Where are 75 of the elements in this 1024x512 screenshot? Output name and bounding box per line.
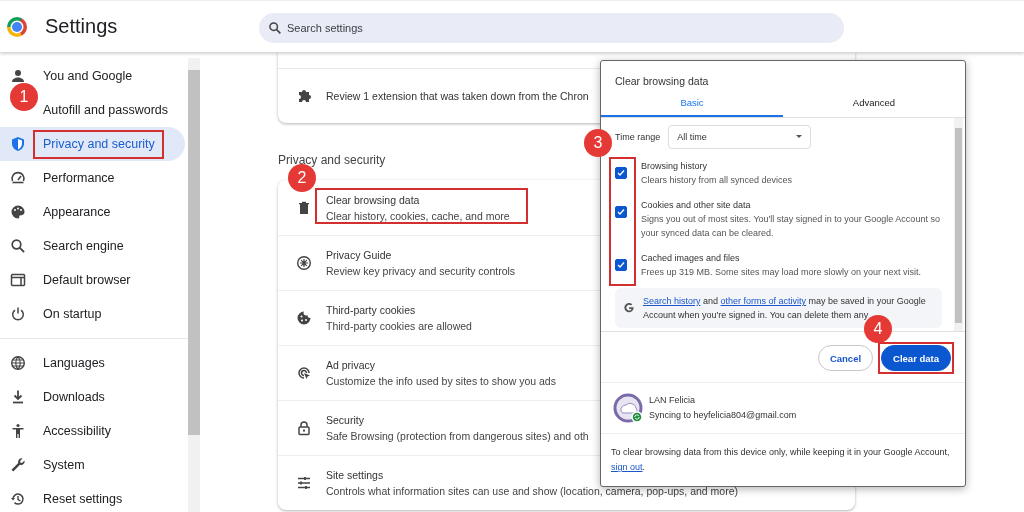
row-title: Site settings: [326, 469, 384, 481]
history-icon: [10, 491, 26, 507]
power-icon: [10, 306, 26, 322]
row-subtitle: Controls what information sites can use and show (location, camera, pop-ups, and more): [326, 485, 739, 497]
field-label: Time range: [615, 131, 661, 142]
activity-link[interactable]: other forms of activity: [720, 296, 807, 306]
row-subtitle: Third-party cookies are allowed: [326, 320, 472, 332]
wrench-icon: [10, 457, 26, 473]
scrollbar[interactable]: [188, 58, 200, 512]
sliders-icon: [296, 475, 312, 491]
option-title: Cached images and files: [641, 252, 741, 265]
checkbox[interactable]: [615, 259, 627, 271]
sidebar-item[interactable]: You and Google: [43, 69, 133, 83]
checkbox[interactable]: [615, 167, 627, 179]
sidebar-item[interactable]: Accessibility: [43, 424, 112, 438]
sidebar-item[interactable]: Autofill and passwords: [43, 103, 169, 117]
sidebar-item[interactable]: System: [43, 458, 85, 472]
row-title: Security: [326, 414, 364, 426]
row-subtitle: Customize the info used by sites to show you ads: [326, 375, 556, 387]
sidebar-item[interactable]: Languages: [43, 356, 105, 370]
tab[interactable]: Basic: [601, 93, 783, 117]
sidebar-item[interactable]: Downloads: [43, 390, 105, 404]
time-range-dropdown[interactable]: All time: [668, 124, 812, 149]
tab[interactable]: Advanced: [783, 93, 965, 117]
sign-out-link[interactable]: sign out: [611, 462, 643, 472]
browser-logo-icon: [7, 16, 27, 37]
compass-icon: [296, 255, 312, 271]
sidebar-item[interactable]: Default browser: [43, 273, 131, 287]
dialog-title: Clear browsing data: [614, 74, 710, 89]
g-logo-icon: [623, 302, 635, 314]
row-subtitle: Safe Browsing (protection from dangerous sites) and oth: [326, 430, 589, 442]
row-title: Ad privacy: [326, 359, 376, 371]
sidebar-item[interactable]: Privacy and security: [0, 127, 185, 161]
cancel-button[interactable]: Cancel: [817, 345, 874, 371]
option-title: Browsing history: [641, 160, 709, 173]
sidebar-item[interactable]: On startup: [43, 307, 102, 321]
palette-icon: [10, 204, 26, 220]
scrollbar[interactable]: [954, 118, 963, 331]
row-title: Third-party cookies: [326, 304, 416, 316]
cookie-icon: [296, 310, 312, 326]
puzzle-icon: [296, 88, 312, 104]
sidebar-item[interactable]: Appearance: [43, 205, 111, 219]
option-description: Clears history from all synced devices: [641, 174, 793, 187]
caret-icon: [796, 135, 803, 138]
sidebar-item[interactable]: Performance: [43, 171, 115, 185]
search-icon: [268, 21, 282, 35]
account-status: Syncing to heyfelicia804@gmail.com: [649, 409, 797, 422]
gauge-icon: [10, 170, 26, 186]
lock-icon: [296, 420, 312, 436]
person-icon: [10, 68, 26, 84]
checkbox[interactable]: [615, 206, 627, 218]
option-title: Cookies and other site data: [641, 199, 752, 212]
target-cursor-icon: [296, 365, 312, 381]
avatar: [613, 393, 643, 423]
trash-icon: [296, 199, 312, 216]
row-title: Privacy Guide: [326, 249, 392, 261]
accessibility-icon: [10, 423, 26, 439]
notice-text: Review 1 extension that was taken down from the Chron: [326, 90, 589, 102]
row-subtitle: Review key privacy and security controls: [326, 265, 516, 277]
sidebar-item[interactable]: Search engine: [43, 239, 124, 253]
page-title: Settings: [45, 15, 119, 38]
search-field[interactable]: Search settings: [259, 13, 844, 43]
shield-icon: [10, 136, 26, 152]
row-subtitle: Clear history, cookies, cache, and more: [326, 209, 510, 222]
download-icon: [10, 389, 26, 405]
search-history-link[interactable]: Search history: [643, 296, 701, 306]
row-title: Clear browsing data: [326, 193, 420, 206]
section-title: Privacy and security: [278, 153, 386, 167]
sidebar-item[interactable]: Reset settings: [43, 492, 123, 506]
annotation-badge: 3: [584, 129, 612, 157]
annotation-badge: 1: [10, 83, 38, 111]
search-icon: [10, 238, 26, 254]
clear-data-button[interactable]: Clear data: [881, 345, 951, 371]
browser-window-icon: [10, 272, 26, 288]
globe-icon: [10, 355, 26, 371]
